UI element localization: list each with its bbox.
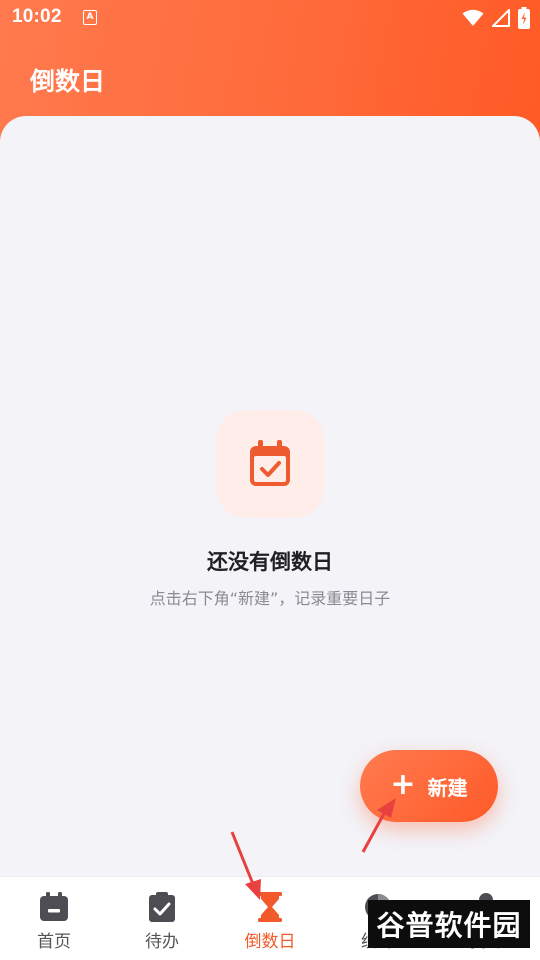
tab-label: 待办 [145,932,179,952]
page-title: 倒数日 [30,67,106,96]
tab-label: 倒数日 [244,932,296,952]
tab-label: 首页 [37,932,71,952]
status-time: 10:02 [12,6,62,27]
watermark-logo: 谷普软件园 [368,900,530,948]
clipboard-check-icon [146,891,178,923]
new-button-label: 新建 [427,775,468,800]
empty-state-icon-container [216,410,324,518]
tab-todo[interactable]: 待办 [108,877,216,960]
calendar-check-icon [250,440,290,486]
notification-app-icon: A [83,10,97,25]
status-icons [462,7,530,29]
watermark-text: 谷普软件园 [376,909,522,942]
plus-icon: + [390,766,416,802]
new-countdown-button[interactable]: + 新建 [360,750,498,822]
status-bar: 10:02 A [0,0,540,36]
tab-home[interactable]: 首页 [0,877,108,960]
hourglass-icon [254,891,286,923]
wifi-icon [462,9,484,26]
empty-state-subtitle: 点击右下角“新建”，记录重要日子 [149,589,391,608]
calendar-minus-icon [38,891,70,923]
tab-countdown[interactable]: 倒数日 [216,877,324,960]
signal-icon [492,9,510,27]
empty-state-title: 还没有倒数日 [207,550,333,574]
battery-icon [518,7,530,29]
